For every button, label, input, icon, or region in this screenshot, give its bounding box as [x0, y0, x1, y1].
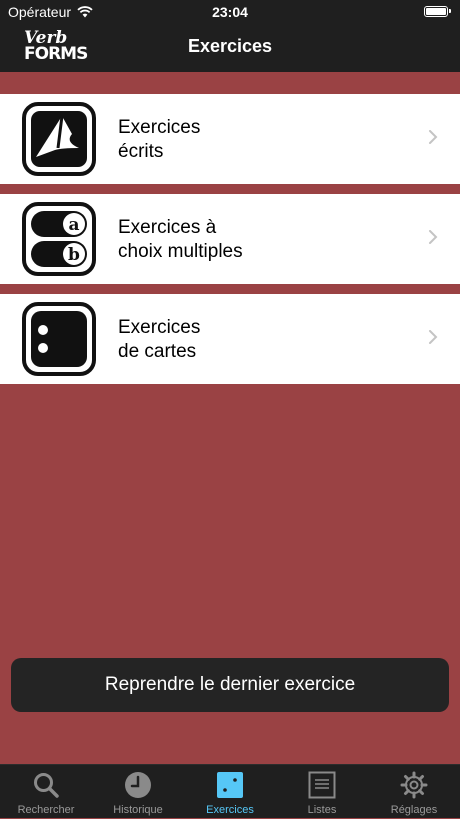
- clock-time: 23:04: [212, 4, 248, 20]
- gear-icon: [400, 771, 428, 799]
- exercise-title-line-2: choix multiples: [118, 241, 243, 262]
- resume-last-exercise-button[interactable]: Reprendre le dernier exercice: [11, 658, 449, 712]
- exercise-multiple-choice-row[interactable]: a b Exercices à choix multiples: [0, 194, 460, 284]
- tab-exercises[interactable]: Exercices: [184, 765, 276, 819]
- navigation-bar: Verb FORMS Exercices: [0, 24, 460, 72]
- tab-label: Historique: [113, 804, 163, 816]
- exercise-label: Exercices de cartes: [118, 316, 200, 364]
- tab-bar: Rechercher Historique Exercices Listes R…: [0, 764, 460, 818]
- chevron-right-icon: [429, 130, 438, 144]
- exercise-title-line-2: écrits: [118, 141, 164, 162]
- choice-letter-a: a: [68, 215, 79, 235]
- cards-icon: [22, 302, 96, 376]
- tab-label: Exercices: [206, 804, 254, 816]
- exercise-label: Exercices à choix multiples: [118, 216, 243, 264]
- tab-history[interactable]: Historique: [92, 765, 184, 819]
- ab-choice-icon: a b: [22, 202, 96, 276]
- exercise-title-line-1: Exercices: [118, 117, 201, 138]
- magnifier-icon: [34, 773, 59, 798]
- tab-label: Réglages: [390, 804, 438, 816]
- chevron-right-icon: [429, 230, 438, 244]
- exercise-cards-row[interactable]: Exercices de cartes: [0, 294, 460, 384]
- status-bar: Opérateur 23:04: [0, 0, 460, 24]
- tab-label: Listes: [307, 804, 337, 816]
- choice-letter-b: b: [68, 245, 80, 265]
- exercise-written-row[interactable]: Exercices écrits: [0, 94, 460, 184]
- tab-settings[interactable]: Réglages: [368, 765, 460, 819]
- exercise-title-line-1: Exercices à: [118, 217, 217, 238]
- tab-label: Rechercher: [17, 804, 75, 816]
- battery-icon: [424, 6, 451, 17]
- dice-icon: [217, 772, 243, 798]
- list-icon: [308, 771, 336, 799]
- exercise-label: Exercices écrits: [118, 116, 200, 164]
- clock-icon: [125, 772, 151, 798]
- pen-nib-icon: [22, 102, 96, 176]
- exercise-title-line-1: Exercices: [118, 317, 201, 338]
- tab-search[interactable]: Rechercher: [0, 765, 92, 819]
- exercise-title-line-2: de cartes: [118, 341, 197, 362]
- tab-lists[interactable]: Listes: [276, 765, 368, 819]
- page-title: Exercices: [187, 36, 273, 56]
- chevron-right-icon: [429, 330, 438, 344]
